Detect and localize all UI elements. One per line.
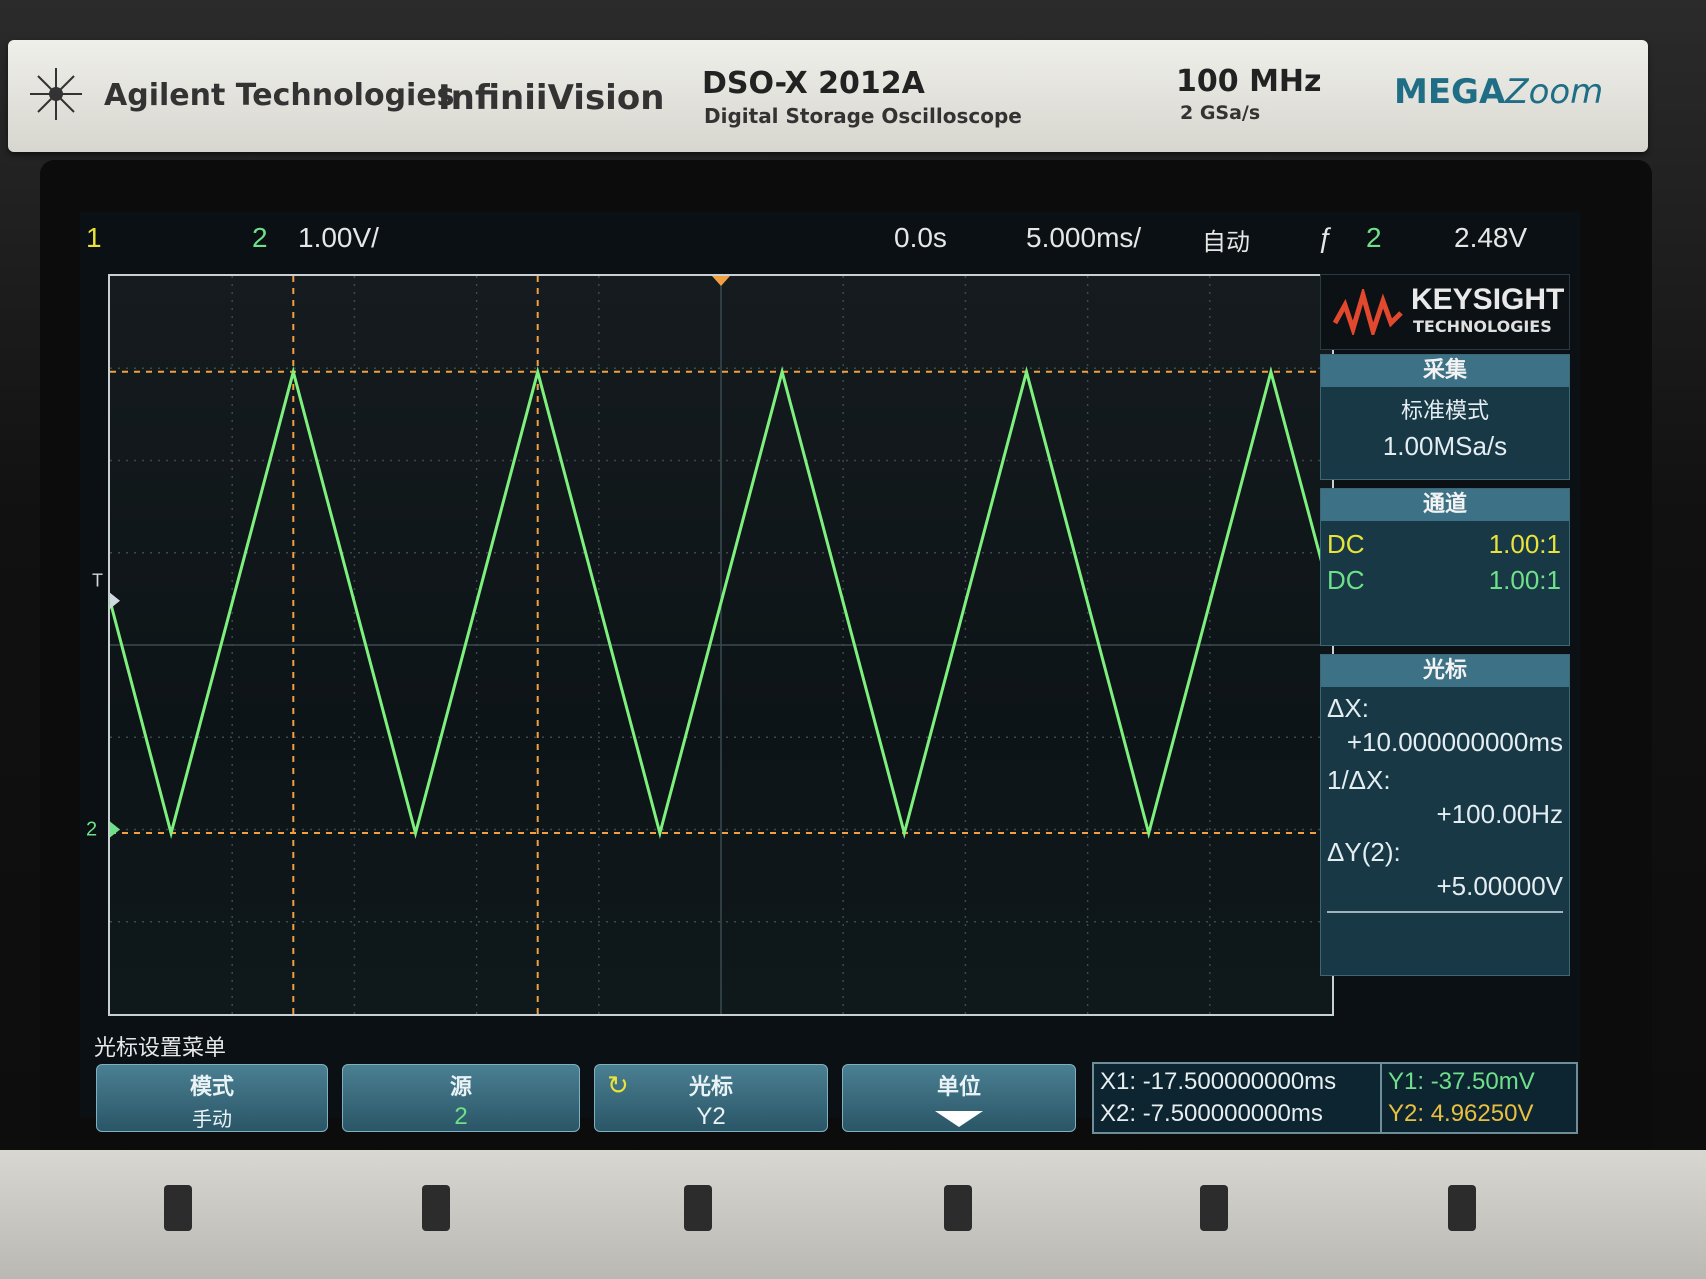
trigger-mode: 自动 <box>1202 228 1250 256</box>
channel-title: 通道 <box>1321 489 1569 521</box>
ch2-scale: 1.00V/ <box>298 222 379 253</box>
cursor-divider <box>1327 911 1563 913</box>
cursor-label: 光标 <box>688 1075 733 1100</box>
ch2-coupling: DC <box>1327 565 1365 595</box>
y2-readout: Y2: 4.96250V <box>1388 1100 1534 1127</box>
brand-sample-rate: 2 GSa/s <box>1180 102 1261 124</box>
inv-delta-x-label: 1/ΔX: <box>1327 765 1391 795</box>
ch2-ground-marker <box>110 821 120 838</box>
softkey-bar: 光标设置菜单 模式 手动 源 2 ↻ 光标 Y2 单位 X1: -17.5000… <box>80 1024 1580 1134</box>
inv-delta-x-value: +100.00Hz <box>1436 799 1563 829</box>
acquisition-mode: 标准模式 <box>1400 399 1489 424</box>
units-label: 单位 <box>936 1075 981 1100</box>
agilent-spark-icon <box>30 68 82 120</box>
brand-bandwidth: 100 MHz <box>1176 64 1322 99</box>
megazoom-zoom: Zoom <box>1505 72 1604 112</box>
cursor-value: Y2 <box>696 1103 726 1130</box>
waveform-plot: T2 <box>86 276 1334 1014</box>
channel-panel[interactable]: 通道 DC 1.00:1 DC 1.00:1 <box>1320 488 1570 646</box>
delta-x-label: ΔX: <box>1327 693 1369 723</box>
softkey-button[interactable] <box>1200 1185 1228 1231</box>
softkey-button[interactable] <box>944 1185 972 1231</box>
cursor-title: 光标 <box>1321 655 1569 687</box>
brand-model: DSO-X 2012A <box>702 66 925 101</box>
trigger-slope-icon: ƒ <box>1318 222 1334 253</box>
mode-value: 手动 <box>192 1107 232 1131</box>
time-scale: 5.000ms/ <box>1026 222 1142 253</box>
brand-model-desc: Digital Storage Oscilloscope <box>704 104 1022 128</box>
cursor-softkey[interactable]: ↻ 光标 Y2 <box>594 1064 828 1132</box>
rotate-knob-icon: ↻ <box>607 1071 629 1101</box>
side-info-panel: KEYSIGHT TECHNOLOGIES 采集 标准模式 1.00MSa/s … <box>1320 274 1570 1014</box>
acquisition-rate: 1.00MSa/s <box>1382 431 1508 461</box>
ch2-ground-label: 2 <box>86 819 97 841</box>
status-bar: 1 2 1.00V/ 0.0s 5.000ms/ 自动 ƒ 2 2.48V <box>80 212 1580 262</box>
ch1-indicator[interactable]: 1 <box>86 222 102 254</box>
trigger-time-marker <box>712 276 730 286</box>
trigger-marker-label: T <box>92 571 103 591</box>
x1-readout: X1: -17.500000000ms <box>1100 1068 1337 1095</box>
cursor-readout: X1: -17.500000000ms X2: -7.500000000ms Y… <box>1092 1062 1578 1134</box>
brand-company: Agilent Technologies <box>104 78 455 113</box>
keysight-logo: KEYSIGHT TECHNOLOGIES <box>1320 274 1570 350</box>
brand-series: InfiniiVision <box>438 78 665 118</box>
ch2-indicator[interactable]: 2 <box>252 222 268 254</box>
mode-label: 模式 <box>189 1075 234 1100</box>
keysight-wave-icon <box>1333 289 1403 335</box>
delta-x-value: +10.000000000ms <box>1346 727 1563 757</box>
softkey-button[interactable] <box>164 1185 192 1231</box>
front-label-panel: Agilent Technologies InfiniiVision DSO-X… <box>8 40 1648 152</box>
acquisition-title: 采集 <box>1321 355 1569 387</box>
megazoom-mega: MEGA <box>1394 72 1506 112</box>
keysight-sub: TECHNOLOGIES <box>1413 317 1552 336</box>
ch1-coupling: DC <box>1327 529 1365 559</box>
cursor-panel[interactable]: 光标 ΔX: +10.000000000ms 1/ΔX: +100.00Hz Δ… <box>1320 654 1570 976</box>
trigger-level-marker <box>110 592 120 609</box>
menu-title: 光标设置菜单 <box>94 1036 227 1061</box>
keysight-name: KEYSIGHT <box>1411 283 1565 316</box>
ch1-probe: 1.00:1 <box>1488 529 1561 559</box>
softkey-button[interactable] <box>422 1185 450 1231</box>
x2-readout: X2: -7.500000000ms <box>1100 1100 1323 1127</box>
waveform-graticule: T2 <box>86 274 1334 1016</box>
megazoom-logo: MEGAZoom <box>1394 72 1603 112</box>
mode-softkey[interactable]: 模式 手动 <box>96 1064 328 1132</box>
oscilloscope-display: 1 2 1.00V/ 0.0s 5.000ms/ 自动 ƒ 2 2.48V T2… <box>80 212 1580 1134</box>
readout-divider <box>1380 1064 1382 1132</box>
arrow-down-icon <box>935 1111 983 1127</box>
acquisition-panel[interactable]: 采集 标准模式 1.00MSa/s <box>1320 354 1570 480</box>
softkey-button[interactable] <box>684 1185 712 1231</box>
source-value: 2 <box>454 1103 468 1130</box>
source-softkey[interactable]: 源 2 <box>342 1064 580 1132</box>
delta-y-value: +5.00000V <box>1436 871 1563 901</box>
softkey-button[interactable] <box>1448 1185 1476 1231</box>
trigger-level: 2.48V <box>1454 222 1528 253</box>
source-label: 源 <box>449 1075 472 1100</box>
delta-y-label: ΔY(2): <box>1327 837 1401 867</box>
units-softkey[interactable]: 单位 <box>842 1064 1076 1132</box>
trigger-source: 2 <box>1366 222 1382 253</box>
y1-readout: Y1: -37.50mV <box>1388 1068 1535 1095</box>
ch2-probe: 1.00:1 <box>1488 565 1561 595</box>
time-delay: 0.0s <box>894 222 947 253</box>
